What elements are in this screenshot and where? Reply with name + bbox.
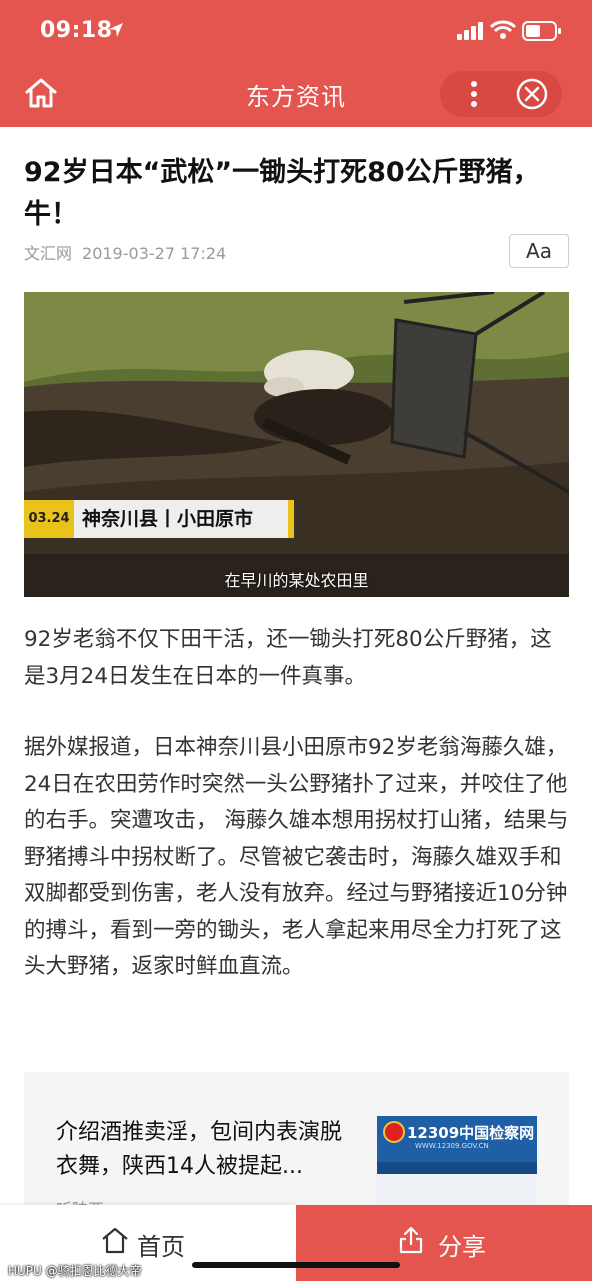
home-indicator[interactable] [192, 1262, 400, 1268]
article-datetime: 2019-03-27 17:24 [82, 244, 227, 263]
article-title: 92岁日本“武松”一锄头打死80公斤野猪，牛！ [24, 157, 540, 230]
wifi-icon [490, 20, 516, 39]
article-paragraph: 92岁老翁不仅下田干活，还一锄头打死80公斤野猪，这是3月24日发生在日本的一件… [24, 627, 552, 689]
share-button[interactable]: 分享 [296, 1205, 592, 1281]
more-icon[interactable] [456, 71, 492, 117]
related-article-thumbnail[interactable]: 12309中国检察网 WWW.12309.GOV.CN [377, 1116, 537, 1211]
close-icon[interactable] [512, 74, 552, 114]
video-subtitle: 在早川的某处农田里 [224, 571, 369, 590]
thumb-nav [377, 1162, 537, 1174]
thumb-title: 12309中国检察网 [407, 1124, 535, 1142]
battery-icon [522, 21, 561, 41]
signal-icon [457, 22, 483, 40]
field-scene [24, 292, 569, 597]
article-meta: 文汇网 2019-03-27 17:24 [24, 240, 226, 264]
font-size-button[interactable]: Aa [509, 234, 569, 268]
article-image[interactable]: 03.24 神奈川县丨小田原市 在早川的某处农田里 [24, 292, 569, 597]
article-paragraph: 据外媒报道，日本神奈川县小田原市92岁老翁海藤久雄，24日在农田劳作时突然一头公… [24, 735, 569, 979]
share-icon [399, 1226, 423, 1254]
watermark: HUPU @骑扣恩比德大帝 [8, 1264, 142, 1278]
article-source[interactable]: 文汇网 [24, 244, 72, 263]
location-arrow-icon [109, 23, 123, 37]
status-time: 09:18 [40, 18, 113, 43]
emblem-icon [383, 1121, 405, 1143]
status-bar: 09:18 [0, 0, 592, 62]
date-tag: 03.24 [24, 500, 74, 538]
app-header: 东方资讯 [0, 62, 592, 127]
share-tab-label: 分享 [438, 1233, 486, 1261]
thumb-url: WWW.12309.GOV.CN [415, 1142, 489, 1150]
location-tag: 神奈川县丨小田原市 [74, 500, 294, 538]
top-bar: 09:18 东方资讯 [0, 0, 592, 127]
related-article-title[interactable]: 介绍酒推卖淫，包间内表演脱衣舞，陕西14人被提起... [56, 1116, 352, 1184]
home-icon [102, 1227, 128, 1254]
home-tab-label: 首页 [137, 1233, 185, 1261]
